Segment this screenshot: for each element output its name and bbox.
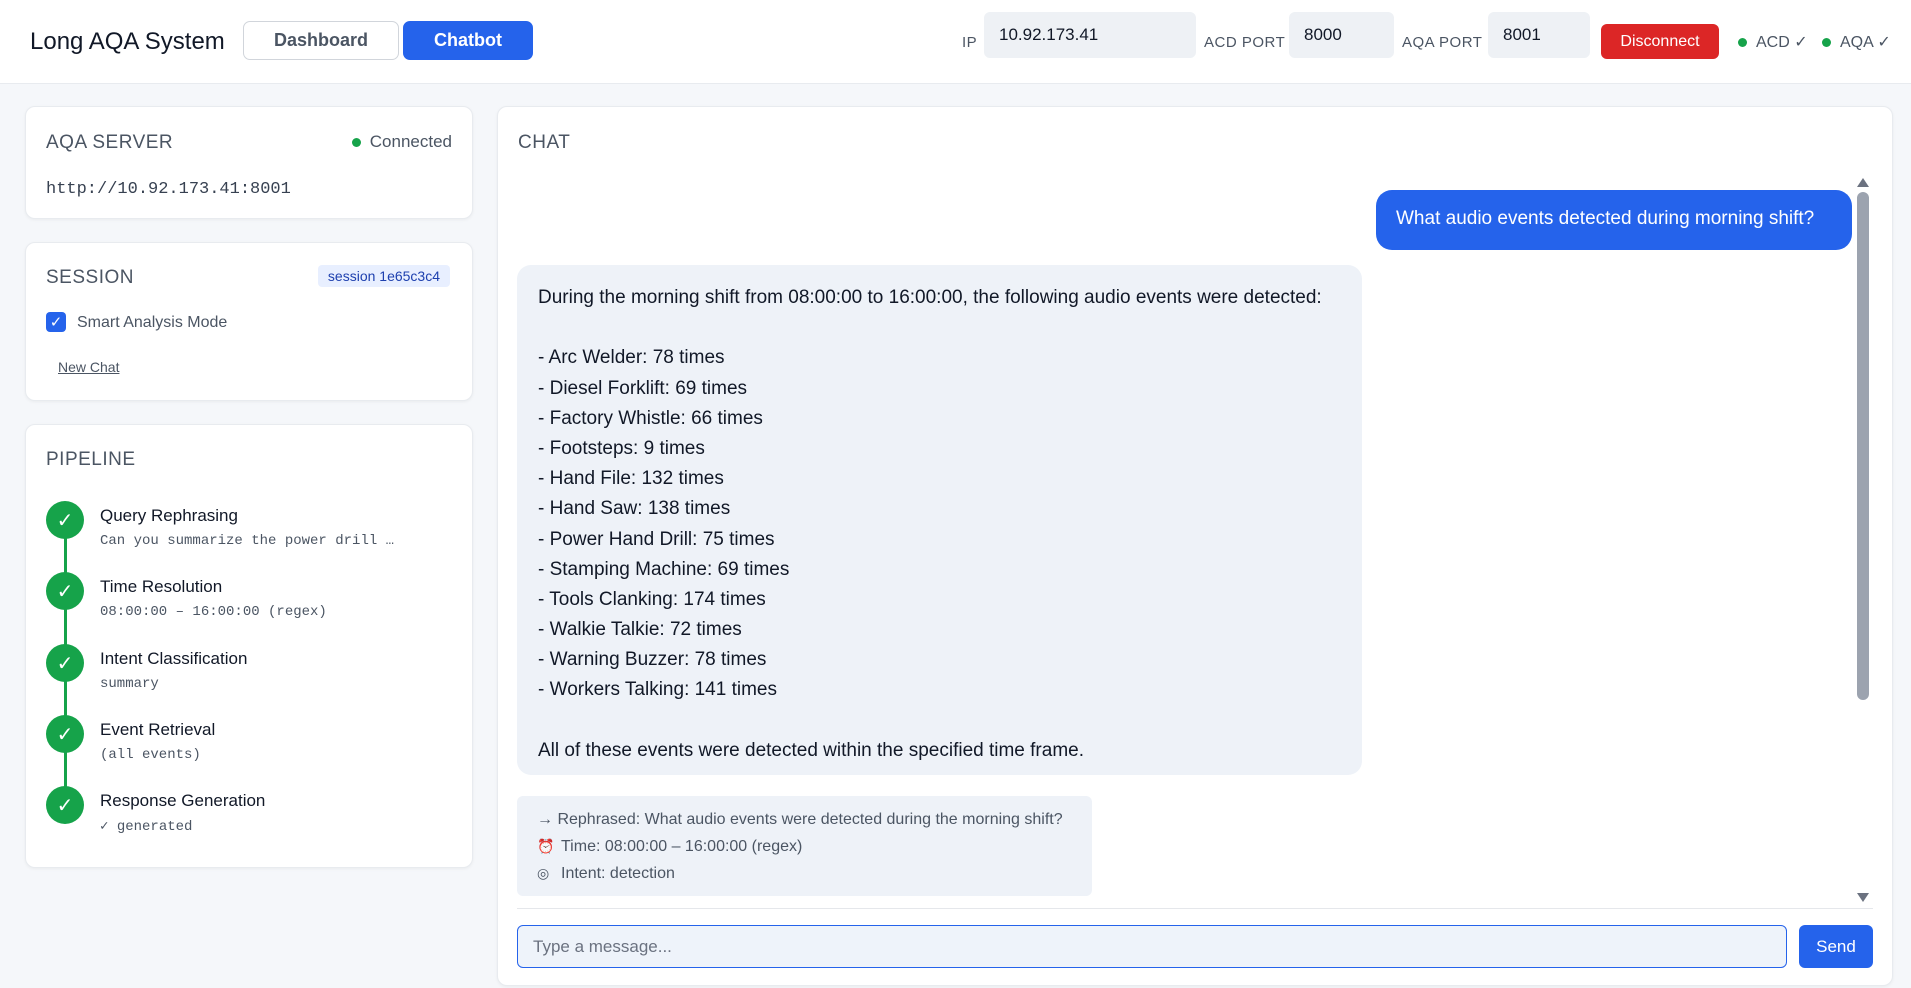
divider (517, 908, 1873, 909)
user-message-bubble: What audio events detected during mornin… (1376, 190, 1852, 250)
pipeline-step-name: Time Resolution (100, 577, 223, 596)
acd-status-label: ACD ✓ (1756, 34, 1808, 51)
bot-message-line: - Tools Clanking: 174 times (538, 588, 766, 610)
aqa-status-label: AQA ✓ (1840, 34, 1891, 51)
pipeline-step: ✓ Response Generation ✓ generated (46, 786, 446, 846)
pipeline-step: ✓ Event Retrieval (all events) (46, 715, 446, 775)
check-icon: ✓ (46, 786, 84, 824)
server-url: http://10.92.173.41:8001 (46, 180, 291, 199)
response-metadata: → Rephrased: What audio events were dete… (517, 796, 1092, 896)
bot-message-line (538, 313, 1341, 343)
pipeline-step: ✓ Intent Classification summary (46, 644, 446, 704)
check-icon: ✓ (46, 501, 84, 539)
bot-message-line: - Hand File: 132 times (538, 468, 724, 490)
check-icon: ✓ (46, 572, 84, 610)
bot-message-line: - Footsteps: 9 times (538, 437, 705, 459)
card-title: SESSION (46, 267, 134, 288)
time-range-line: ⏰ Time: 08:00:00 – 16:00:00 (regex) (537, 833, 1072, 860)
ip-input[interactable] (984, 12, 1196, 58)
bot-message-bubble: During the morning shift from 08:00:00 t… (517, 265, 1362, 775)
bot-message-line: - Hand Saw: 138 times (538, 498, 731, 520)
smart-analysis-label: Smart Analysis Mode (77, 314, 228, 331)
bot-message-line: - Warning Buzzer: 78 times (538, 649, 767, 671)
send-button[interactable]: Send (1799, 925, 1873, 968)
session-card: SESSION session 1e65c3c4 ✓ Smart Analysi… (25, 242, 473, 401)
bot-message-line: All of these events were detected within… (538, 739, 1084, 761)
session-id-badge: session 1e65c3c4 (317, 265, 450, 287)
chat-scrollbar[interactable] (1857, 192, 1869, 700)
top-header: Long AQA System Dashboard Chatbot IP ACD… (0, 0, 1911, 84)
pipeline-step-detail: (all events) (100, 747, 201, 763)
disconnect-button[interactable]: Disconnect (1601, 24, 1719, 59)
aqa-port-input[interactable] (1488, 12, 1590, 58)
acd-status: ACD ✓ (1738, 32, 1808, 52)
pipeline-step-name: Intent Classification (100, 649, 248, 668)
rephrased-query: → Rephrased: What audio events were dete… (537, 811, 1063, 828)
pipeline-step-name: Event Retrieval (100, 720, 216, 739)
bot-message-line: - Diesel Forklift: 69 times (538, 377, 748, 399)
status-dot-icon (1822, 37, 1831, 47)
bot-message-line: - Workers Talking: 141 times (538, 679, 777, 701)
pipeline-step-name: Response Generation (100, 791, 266, 810)
tab-dashboard[interactable]: Dashboard (243, 21, 399, 60)
bot-message-line: - Walkie Talkie: 72 times (538, 619, 742, 641)
app-title: Long AQA System (30, 28, 225, 55)
chat-title: CHAT (518, 132, 571, 153)
pipeline-step-detail: summary (100, 676, 159, 692)
check-icon: ✓ (46, 644, 84, 682)
pipeline-step: ✓ Time Resolution 08:00:00 – 16:00:00 (r… (46, 572, 446, 632)
intent-line: ◎ Intent: detection (537, 860, 1072, 887)
smart-analysis-checkbox[interactable]: ✓ (46, 312, 66, 332)
alarm-clock-icon: ⏰ (537, 838, 555, 854)
bot-message-line: - Arc Welder: 78 times (538, 347, 725, 369)
aqa-port-label: AQA PORT (1402, 34, 1483, 51)
checkmark-icon: ✓ (49, 314, 63, 331)
view-tabs: Dashboard Chatbot (243, 21, 533, 60)
check-icon: ✓ (46, 715, 84, 753)
pipeline-step-name: Query Rephrasing (100, 506, 238, 525)
scroll-down-arrow-icon[interactable] (1857, 893, 1869, 902)
status-dot-icon (351, 137, 361, 147)
bot-message-line: - Factory Whistle: 66 times (538, 407, 763, 429)
aqa-server-card: AQA SERVER Connected http://10.92.173.41… (25, 106, 473, 219)
pipeline-step-detail: 08:00:00 – 16:00:00 (regex) (100, 604, 327, 620)
status-dot-icon (1738, 37, 1747, 47)
aqa-status: AQA ✓ (1822, 32, 1891, 52)
tab-chatbot[interactable]: Chatbot (403, 21, 533, 60)
scroll-up-arrow-icon[interactable] (1857, 178, 1869, 187)
message-input[interactable] (517, 925, 1787, 968)
new-chat-link[interactable]: New Chat (58, 359, 119, 375)
time-range-text: Time: 08:00:00 – 16:00:00 (regex) (561, 838, 803, 855)
card-title: AQA SERVER (46, 132, 174, 153)
acd-port-label: ACD PORT (1204, 34, 1286, 51)
target-icon: ◎ (537, 865, 550, 881)
bot-message-line (538, 706, 1341, 736)
pipeline-step-detail: Can you summarize the power drill … (100, 533, 395, 549)
ip-label: IP (962, 34, 978, 51)
connection-status-label: Connected (369, 132, 452, 151)
intent-text: Intent: detection (561, 865, 675, 882)
bot-message-line: - Stamping Machine: 69 times (538, 558, 790, 580)
pipeline-step: ✓ Query Rephrasing Can you summarize the… (46, 501, 446, 561)
connection-status: Connected (351, 132, 452, 152)
acd-port-input[interactable] (1289, 12, 1394, 58)
pipeline-step-detail: ✓ generated (100, 819, 193, 835)
bot-message-line: During the morning shift from 08:00:00 t… (538, 287, 1322, 308)
bot-message-line: - Power Hand Drill: 75 times (538, 528, 775, 550)
card-title: PIPELINE (46, 449, 136, 470)
